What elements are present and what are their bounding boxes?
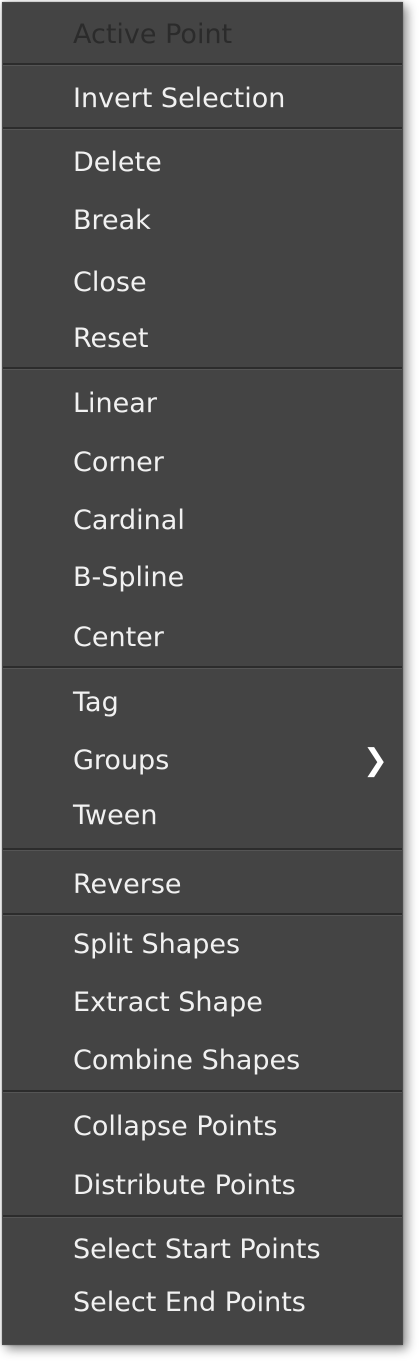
- menu-item-reset[interactable]: Reset: [3, 319, 402, 359]
- menu-item-linear[interactable]: Linear: [3, 384, 402, 424]
- menu-item-close[interactable]: Close: [3, 263, 402, 303]
- menu-item-b-spline[interactable]: B-Spline: [3, 558, 402, 598]
- menu-item-delete[interactable]: Delete: [3, 143, 402, 183]
- menu-item-center[interactable]: Center: [3, 618, 402, 658]
- menu-item-reverse[interactable]: Reverse: [3, 865, 402, 905]
- menu-separator: [3, 666, 402, 669]
- menu-item-corner[interactable]: Corner: [3, 443, 402, 483]
- menu-separator: [3, 1090, 402, 1093]
- menu-item-split-shapes[interactable]: Split Shapes: [3, 925, 402, 965]
- menu-item-groups[interactable]: Groups ❯: [3, 741, 402, 781]
- menu-separator: [3, 848, 402, 851]
- menu-item-distribute-points[interactable]: Distribute Points: [3, 1166, 402, 1206]
- menu-item-collapse-points[interactable]: Collapse Points: [3, 1107, 402, 1147]
- menu-separator: [3, 1215, 402, 1218]
- menu-item-invert-selection[interactable]: Invert Selection: [3, 79, 402, 119]
- menu-item-extract-shape[interactable]: Extract Shape: [3, 983, 402, 1023]
- menu-item-groups-label: Groups: [73, 745, 170, 776]
- context-menu: Active Point Invert Selection Delete Bre…: [2, 2, 403, 1345]
- menu-item-tag[interactable]: Tag: [3, 683, 402, 723]
- menu-separator: [3, 127, 402, 130]
- menu-item-break[interactable]: Break: [3, 201, 402, 241]
- menu-item-select-start-points[interactable]: Select Start Points: [3, 1230, 402, 1270]
- menu-item-combine-shapes[interactable]: Combine Shapes: [3, 1041, 402, 1081]
- chevron-right-icon: ❯: [362, 743, 388, 778]
- menu-item-select-end-points[interactable]: Select End Points: [3, 1283, 402, 1323]
- menu-item-tween[interactable]: Tween: [3, 796, 402, 836]
- menu-item-cardinal[interactable]: Cardinal: [3, 501, 402, 541]
- menu-separator: [3, 913, 402, 916]
- menu-item-active-point: Active Point: [73, 19, 233, 50]
- menu-separator: [3, 367, 402, 370]
- menu-separator: [3, 63, 402, 66]
